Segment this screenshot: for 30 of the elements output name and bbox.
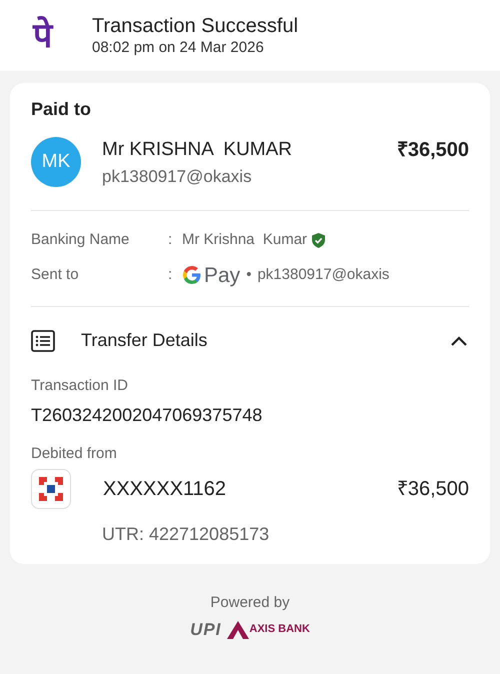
payment-amount: ₹36,500 — [396, 138, 469, 163]
transaction-time: 08:02 pm on 24 Mar 2026 — [92, 38, 265, 58]
field-label: Debited from — [31, 444, 118, 464]
detail-label: Banking Name — [31, 230, 130, 250]
payee-name: Mr KRISHNA KUMAR — [102, 138, 294, 162]
powered-by-text: Powered by — [210, 593, 290, 613]
transaction-id: T2603242002047069375748 — [31, 404, 264, 427]
bank-icon — [31, 469, 71, 509]
utr-number: UTR: 422712085173 — [102, 523, 270, 546]
bullet: • — [246, 264, 252, 285]
recipient-upi-id: pk1380917@okaxis — [257, 264, 390, 285]
field-label: Transaction ID — [31, 376, 129, 396]
section-heading: Paid to — [31, 98, 92, 121]
avatar: MK — [31, 137, 81, 187]
section-title: Transfer Details — [81, 329, 208, 352]
app-name: Pay — [204, 264, 240, 286]
receipt-list-icon — [31, 330, 55, 352]
payee-upi-id: pk1380917@okaxis — [102, 166, 253, 188]
colon: : — [168, 230, 174, 250]
debited-amount: ₹36,500 — [396, 477, 469, 502]
google-g-icon — [182, 265, 202, 285]
account-number: XXXXXX1162 — [103, 477, 228, 502]
upi-logo: UPI — [190, 621, 222, 638]
app-logo: पे — [33, 18, 54, 52]
bank-logo-icon — [227, 620, 250, 638]
detail-label: Sent to — [31, 264, 80, 285]
bank-logo-text: AXIS BANK — [249, 624, 310, 635]
banking-name: Mr Krishna Kumar — [182, 230, 308, 250]
colon: : — [168, 264, 174, 285]
page-title: Transaction Successful — [92, 14, 298, 38]
